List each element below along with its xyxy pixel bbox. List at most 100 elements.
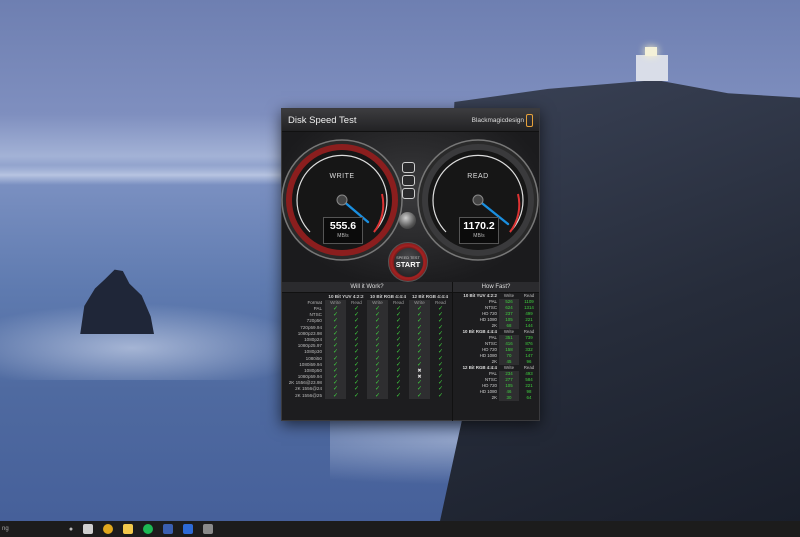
read-unit: MB/s [473, 233, 485, 239]
checkmark-icon: ✓ [374, 312, 381, 319]
checkmark-icon: ✓ [374, 392, 381, 399]
check-icon: ✓ [325, 392, 346, 399]
checkmark-icon: ✓ [395, 336, 402, 343]
write-unit: MB/s [337, 233, 349, 239]
file-explorer-icon[interactable] [123, 524, 133, 534]
checkmark-icon: ✓ [416, 392, 423, 399]
spotify-icon[interactable] [143, 524, 153, 534]
checkmark-icon: ✓ [332, 380, 339, 387]
checkmark-icon: ✓ [395, 355, 402, 362]
read-value: 1170.2 [463, 220, 495, 232]
checkmark-icon: ✓ [332, 374, 339, 381]
x-mark-icon: ✖ [417, 374, 422, 381]
read-readout: 1170.2 MB/s [459, 217, 499, 244]
checkmark-icon: ✓ [437, 361, 444, 368]
checkmark-icon: ✓ [416, 355, 423, 362]
checkmark-icon: ✓ [416, 318, 423, 325]
checkmark-icon: ✓ [437, 330, 444, 337]
photoshop-icon[interactable] [183, 524, 193, 534]
checkmark-icon: ✓ [353, 312, 360, 319]
checkmark-icon: ✓ [332, 336, 339, 343]
how-fast-section: How Fast? 10 Bit YUV 4:2:2 Write Read PAL 52… [453, 282, 539, 421]
settings-gear-icon[interactable] [399, 212, 416, 229]
checkmark-icon: ✓ [374, 380, 381, 387]
checkmark-icon: ✓ [395, 330, 402, 337]
checkmark-icon: ✓ [332, 367, 339, 374]
taskbar-icons [78, 524, 218, 534]
gauge-panel: WRITE 555.6 MB/s SPEED TEST START READ 1… [280, 132, 540, 282]
checkmark-icon: ✓ [395, 349, 402, 356]
sea-rock [80, 269, 154, 334]
checkmark-icon: ✓ [395, 324, 402, 331]
checkmark-icon: ✓ [374, 374, 381, 381]
lighthouse [636, 47, 668, 81]
checkmark-icon: ✓ [332, 355, 339, 362]
checkmark-icon: ✓ [353, 361, 360, 368]
microphone-icon[interactable]: ● [64, 526, 78, 533]
check-icon: ✓ [367, 392, 388, 399]
checkmark-icon: ✓ [374, 367, 381, 374]
check-icon: ✓ [409, 392, 430, 399]
checkmark-icon: ✓ [353, 392, 360, 399]
checkmark-icon: ✓ [353, 330, 360, 337]
checkmark-icon: ✓ [332, 324, 339, 331]
write-label: WRITE [329, 173, 355, 180]
checkmark-icon: ✓ [416, 380, 423, 387]
read-gauge: READ 1170.2 MB/s [416, 138, 540, 262]
checkmark-icon: ✓ [437, 355, 444, 362]
checkmark-icon: ✓ [353, 324, 360, 331]
checkmark-icon: ✓ [353, 343, 360, 350]
checkmark-icon: ✓ [374, 355, 381, 362]
settings-toggle-icon[interactable] [402, 188, 415, 199]
checkmark-icon: ✓ [353, 306, 360, 312]
format-label: 2K [491, 395, 497, 400]
checkmark-icon: ✓ [416, 330, 423, 337]
checkmark-icon: ✓ [395, 392, 402, 399]
check-icon: ✓ [430, 393, 451, 399]
results-panel: Will it Work? 10 Bit YUV 4:2:2 10 Bit RGB… [282, 282, 539, 421]
checkmark-icon: ✓ [395, 318, 402, 325]
settings-toggle-icon[interactable] [402, 162, 415, 173]
format-label: 2K 1556@25 [295, 392, 322, 398]
group-header: 12 Bit RGB 4:4:4 [412, 294, 448, 299]
checkmark-icon: ✓ [353, 349, 360, 356]
checkmark-icon: ✓ [437, 318, 444, 325]
checkmark-icon: ✓ [332, 361, 339, 368]
taskbar-search[interactable]: ng [0, 526, 64, 532]
checkmark-icon: ✓ [374, 324, 381, 331]
terminal-icon[interactable] [163, 524, 173, 534]
checkmark-icon: ✓ [416, 312, 423, 319]
checkmark-icon: ✓ [374, 343, 381, 350]
how-fast-header: How Fast? [453, 282, 539, 293]
checkmark-icon: ✓ [332, 306, 339, 312]
title-bar[interactable]: Disk Speed Test Blackmagicdesign [282, 109, 539, 132]
checkmark-icon: ✓ [437, 374, 444, 381]
disk-speed-test-icon[interactable] [203, 524, 213, 534]
settings-toggle-icon[interactable] [402, 175, 415, 186]
check-icon: ✓ [388, 393, 409, 399]
write-gauge: WRITE 555.6 MB/s [280, 138, 404, 262]
check-icon: ✓ [346, 393, 367, 399]
taskbar: ng ● [0, 521, 800, 537]
checkmark-icon: ✓ [395, 374, 402, 381]
fps-read-value: 64 [526, 395, 532, 400]
window-title: Disk Speed Test [288, 114, 357, 126]
disk-speed-test-window: Disk Speed Test Blackmagicdesign WRITE 5… [281, 108, 540, 421]
brand: Blackmagicdesign [472, 113, 533, 127]
checkmark-icon: ✓ [332, 386, 339, 393]
checkmark-icon: ✓ [395, 380, 402, 387]
chrome-icon[interactable] [103, 524, 113, 534]
settings-toggle-stack[interactable] [402, 162, 416, 201]
how-fast-table: 10 Bit YUV 4:2:2 Write Read PAL 526 1109 NTSC 6… [453, 293, 539, 401]
checkmark-icon: ✓ [395, 343, 402, 350]
group-header: 10 Bit YUV 4:2:2 [328, 294, 364, 299]
checkmark-icon: ✓ [437, 343, 444, 350]
checkmark-icon: ✓ [437, 349, 444, 356]
checkmark-icon: ✓ [416, 349, 423, 356]
checkmark-icon: ✓ [332, 392, 339, 399]
task-view-icon[interactable] [83, 524, 93, 534]
checkmark-icon: ✓ [437, 386, 444, 393]
checkmark-icon: ✓ [437, 367, 444, 374]
checkmark-icon: ✓ [416, 324, 423, 331]
